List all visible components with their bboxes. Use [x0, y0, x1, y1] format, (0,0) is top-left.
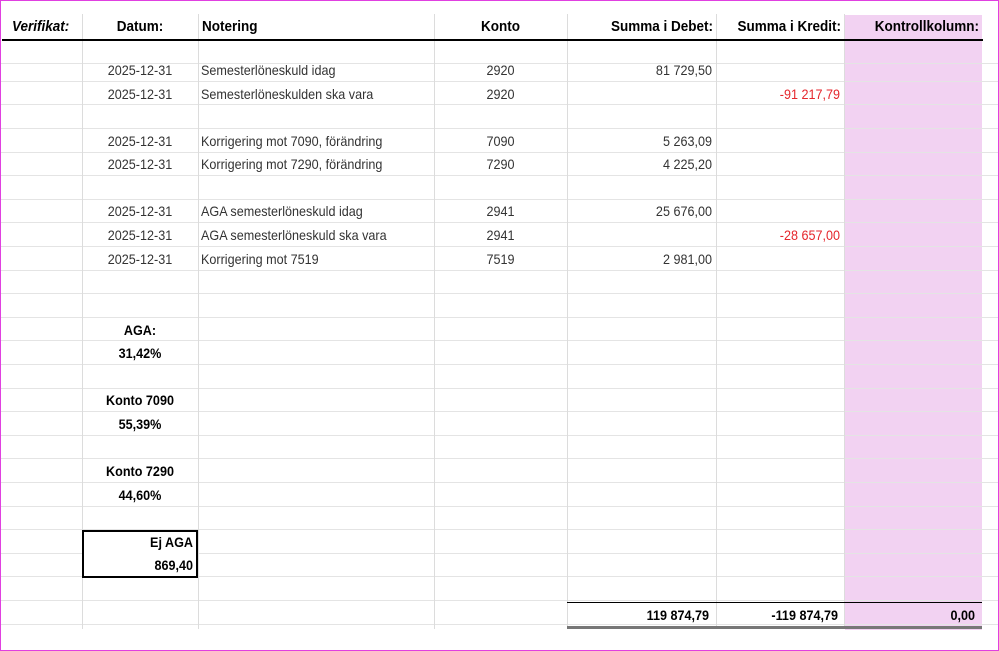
grid-row: [1, 507, 998, 531]
column-separator: [198, 14, 199, 629]
grid-row: [1, 365, 998, 389]
entry-notering[interactable]: Korrigering mot 7519: [201, 248, 410, 272]
header-datum[interactable]: Datum:: [88, 15, 192, 39]
header-konto[interactable]: Konto: [441, 15, 561, 39]
column-separator: [716, 14, 717, 629]
grid-row: [1, 176, 998, 200]
entry-kredit[interactable]: -28 657,00: [728, 224, 840, 248]
entry-datum[interactable]: 2025-12-31: [88, 130, 192, 154]
entry-konto[interactable]: 7290: [441, 153, 561, 177]
column-separator: [844, 14, 845, 629]
header-summa-debet[interactable]: Summa i Debet:: [582, 15, 713, 39]
ej-aga-label[interactable]: Ej AGA: [93, 531, 193, 555]
grid-row: [1, 436, 998, 460]
header-summa-kredit[interactable]: Summa i Kredit:: [729, 15, 841, 39]
aga-value[interactable]: 31,42%: [88, 342, 192, 366]
grid-row: [1, 294, 998, 318]
column-separator: [567, 14, 568, 629]
entry-datum[interactable]: 2025-12-31: [88, 153, 192, 177]
entry-notering[interactable]: AGA semesterlöneskuld idag: [201, 200, 410, 224]
aga-label[interactable]: AGA:: [88, 319, 192, 343]
column-separator: [434, 14, 435, 629]
entry-konto[interactable]: 2941: [441, 200, 561, 224]
konto-7090-value[interactable]: 55,39%: [88, 413, 192, 437]
totals-double-underline: [567, 626, 982, 629]
header-verifikat[interactable]: Verifikat:: [12, 15, 75, 39]
entry-datum[interactable]: 2025-12-31: [88, 224, 192, 248]
entry-debet[interactable]: 5 263,09: [582, 130, 712, 154]
header-notering[interactable]: Notering: [202, 15, 382, 39]
entry-konto[interactable]: 2920: [441, 83, 561, 107]
konto-7290-label[interactable]: Konto 7290: [88, 460, 192, 484]
grid-row: [1, 601, 998, 625]
header-kontrollkolumn[interactable]: Kontrollkolumn:: [858, 15, 979, 39]
grid-row: [1, 105, 998, 129]
total-kontroll[interactable]: 0,00: [858, 604, 975, 628]
entry-notering[interactable]: Korrigering mot 7290, förändring: [201, 153, 410, 177]
entry-debet[interactable]: 81 729,50: [582, 59, 712, 83]
entry-kredit[interactable]: -91 217,79: [728, 83, 840, 107]
grid-row: [1, 577, 998, 601]
entry-datum[interactable]: 2025-12-31: [88, 200, 192, 224]
total-debet[interactable]: 119 874,79: [581, 604, 709, 628]
entry-konto[interactable]: 2920: [441, 59, 561, 83]
konto-7090-label[interactable]: Konto 7090: [88, 389, 192, 413]
entry-notering[interactable]: AGA semesterlöneskuld ska vara: [201, 224, 410, 248]
totals-top-rule: [567, 602, 982, 603]
entry-konto[interactable]: 7519: [441, 248, 561, 272]
total-kredit[interactable]: -119 874,79: [728, 604, 838, 628]
entry-konto[interactable]: 2941: [441, 224, 561, 248]
entry-debet[interactable]: 2 981,00: [582, 248, 712, 272]
entry-notering[interactable]: Semesterlöneskuld idag: [201, 59, 410, 83]
header-rule: [2, 39, 983, 41]
entry-datum[interactable]: 2025-12-31: [88, 59, 192, 83]
entry-debet[interactable]: 4 225,20: [582, 153, 712, 177]
entry-notering[interactable]: Semesterlöneskulden ska vara: [201, 83, 410, 107]
entry-notering[interactable]: Korrigering mot 7090, förändring: [201, 130, 410, 154]
entry-konto[interactable]: 7090: [441, 130, 561, 154]
ej-aga-value[interactable]: 869,40: [93, 554, 193, 578]
entry-debet[interactable]: 25 676,00: [582, 200, 712, 224]
konto-7290-value[interactable]: 44,60%: [88, 484, 192, 508]
entry-datum[interactable]: 2025-12-31: [88, 83, 192, 107]
entry-datum[interactable]: 2025-12-31: [88, 248, 192, 272]
grid-row: [1, 271, 998, 295]
